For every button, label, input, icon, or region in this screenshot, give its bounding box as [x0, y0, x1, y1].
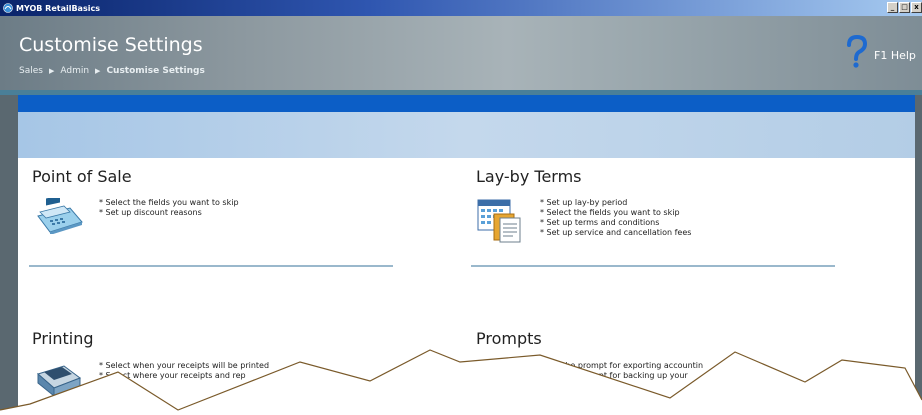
torn-edge-overlay — [0, 349, 922, 415]
